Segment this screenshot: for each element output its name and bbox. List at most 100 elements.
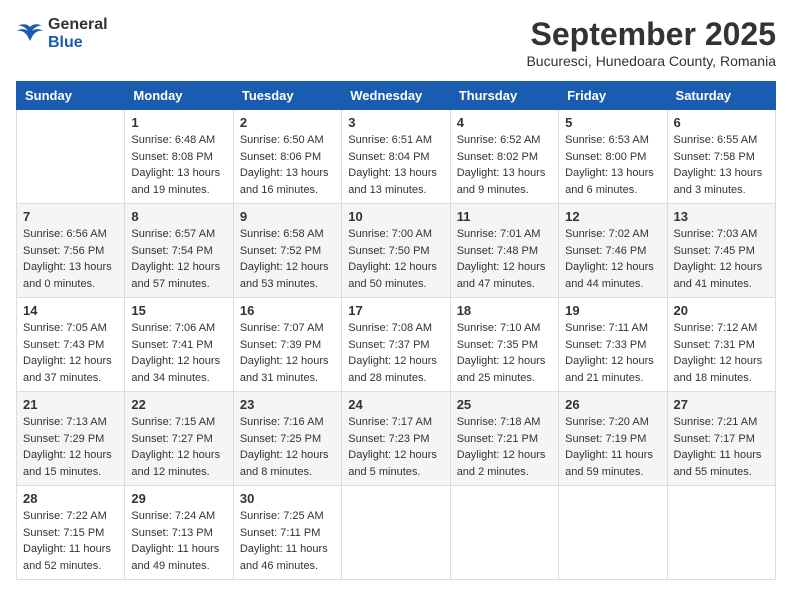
weekday-header-wednesday: Wednesday: [342, 82, 450, 110]
day-number: 12: [565, 209, 660, 224]
weekday-header-saturday: Saturday: [667, 82, 775, 110]
day-number: 13: [674, 209, 769, 224]
day-number: 23: [240, 397, 335, 412]
calendar-cell: 12 Sunrise: 7:02 AM Sunset: 7:46 PM Dayli…: [559, 204, 667, 298]
day-info: Sunrise: 7:17 AM Sunset: 7:23 PM Dayligh…: [348, 414, 443, 480]
logo-general: General: [48, 16, 108, 33]
month-title: September 2025: [526, 16, 776, 53]
calendar-cell: 21 Sunrise: 7:13 AM Sunset: 7:29 PM Dayli…: [17, 392, 125, 486]
day-number: 7: [23, 209, 118, 224]
calendar-cell: 27Sunrise: 7:21 AM Sunset: 7:17 PM Dayli…: [667, 392, 775, 486]
day-info: Sunrise: 7:05 AM Sunset: 7:43 PM Dayligh…: [23, 320, 118, 386]
calendar-cell: 25Sunrise: 7:18 AM Sunset: 7:21 PM Dayli…: [450, 392, 558, 486]
week-row-4: 21 Sunrise: 7:13 AM Sunset: 7:29 PM Dayli…: [17, 392, 776, 486]
week-row-3: 14 Sunrise: 7:05 AM Sunset: 7:43 PM Dayli…: [17, 298, 776, 392]
day-info: Sunrise: 6:57 AM Sunset: 7:54 PM Dayligh…: [131, 226, 226, 292]
day-info: Sunrise: 7:24 AM Sunset: 7:13 PM Dayligh…: [131, 508, 226, 574]
calendar-cell: 8 Sunrise: 6:57 AM Sunset: 7:54 PM Daylig…: [125, 204, 233, 298]
day-number: 10: [348, 209, 443, 224]
day-number: 6: [674, 115, 769, 130]
calendar-cell: 9Sunrise: 6:58 AM Sunset: 7:52 PM Daylig…: [233, 204, 341, 298]
day-info: Sunrise: 6:51 AM Sunset: 8:04 PM Dayligh…: [348, 132, 443, 198]
day-info: Sunrise: 6:52 AM Sunset: 8:02 PM Dayligh…: [457, 132, 552, 198]
day-number: 15: [131, 303, 226, 318]
logo: General Blue: [16, 16, 108, 52]
day-info: Sunrise: 7:22 AM Sunset: 7:15 PM Dayligh…: [23, 508, 118, 574]
day-info: Sunrise: 7:15 AM Sunset: 7:27 PM Dayligh…: [131, 414, 226, 480]
calendar-cell: 30 Sunrise: 7:25 AM Sunset: 7:11 PM Dayli…: [233, 486, 341, 580]
day-number: 28: [23, 491, 118, 506]
calendar-cell: 1Sunrise: 6:48 AM Sunset: 8:08 PM Daylig…: [125, 110, 233, 204]
day-number: 30: [240, 491, 335, 506]
weekday-header-monday: Monday: [125, 82, 233, 110]
day-number: 20: [674, 303, 769, 318]
day-number: 24: [348, 397, 443, 412]
day-info: Sunrise: 7:07 AM Sunset: 7:39 PM Dayligh…: [240, 320, 335, 386]
day-info: Sunrise: 7:01 AM Sunset: 7:48 PM Dayligh…: [457, 226, 552, 292]
day-number: 27: [674, 397, 769, 412]
day-info: Sunrise: 7:18 AM Sunset: 7:21 PM Dayligh…: [457, 414, 552, 480]
calendar-cell: [342, 486, 450, 580]
day-info: Sunrise: 7:10 AM Sunset: 7:35 PM Dayligh…: [457, 320, 552, 386]
page-header: General Blue September 2025 Bucuresci, H…: [16, 16, 776, 69]
day-info: Sunrise: 7:11 AM Sunset: 7:33 PM Dayligh…: [565, 320, 660, 386]
calendar-cell: 24 Sunrise: 7:17 AM Sunset: 7:23 PM Dayli…: [342, 392, 450, 486]
day-number: 22: [131, 397, 226, 412]
calendar-cell: 22 Sunrise: 7:15 AM Sunset: 7:27 PM Dayli…: [125, 392, 233, 486]
day-info: Sunrise: 7:08 AM Sunset: 7:37 PM Dayligh…: [348, 320, 443, 386]
day-info: Sunrise: 7:16 AM Sunset: 7:25 PM Dayligh…: [240, 414, 335, 480]
calendar-cell: [667, 486, 775, 580]
calendar-cell: 6 Sunrise: 6:55 AM Sunset: 7:58 PM Daylig…: [667, 110, 775, 204]
calendar-cell: 23 Sunrise: 7:16 AM Sunset: 7:25 PM Dayli…: [233, 392, 341, 486]
day-info: Sunrise: 7:13 AM Sunset: 7:29 PM Dayligh…: [23, 414, 118, 480]
weekday-header-thursday: Thursday: [450, 82, 558, 110]
calendar-table: SundayMondayTuesdayWednesdayThursdayFrid…: [16, 81, 776, 580]
calendar-cell: 20 Sunrise: 7:12 AM Sunset: 7:31 PM Dayli…: [667, 298, 775, 392]
day-info: Sunrise: 7:02 AM Sunset: 7:46 PM Dayligh…: [565, 226, 660, 292]
calendar-cell: 16Sunrise: 7:07 AM Sunset: 7:39 PM Dayli…: [233, 298, 341, 392]
logo-blue: Blue: [48, 34, 83, 51]
day-info: Sunrise: 7:06 AM Sunset: 7:41 PM Dayligh…: [131, 320, 226, 386]
calendar-cell: 11 Sunrise: 7:01 AM Sunset: 7:48 PM Dayli…: [450, 204, 558, 298]
calendar-cell: 5 Sunrise: 6:53 AM Sunset: 8:00 PM Daylig…: [559, 110, 667, 204]
day-number: 5: [565, 115, 660, 130]
day-number: 26: [565, 397, 660, 412]
week-row-1: 1Sunrise: 6:48 AM Sunset: 8:08 PM Daylig…: [17, 110, 776, 204]
calendar-cell: 4Sunrise: 6:52 AM Sunset: 8:02 PM Daylig…: [450, 110, 558, 204]
calendar-cell: 28 Sunrise: 7:22 AM Sunset: 7:15 PM Dayli…: [17, 486, 125, 580]
day-number: 2: [240, 115, 335, 130]
location-subtitle: Bucuresci, Hunedoara County, Romania: [526, 53, 776, 69]
weekday-header-sunday: Sunday: [17, 82, 125, 110]
calendar-cell: 15 Sunrise: 7:06 AM Sunset: 7:41 PM Dayli…: [125, 298, 233, 392]
calendar-cell: 3Sunrise: 6:51 AM Sunset: 8:04 PM Daylig…: [342, 110, 450, 204]
day-number: 19: [565, 303, 660, 318]
day-info: Sunrise: 6:53 AM Sunset: 8:00 PM Dayligh…: [565, 132, 660, 198]
day-number: 9: [240, 209, 335, 224]
day-number: 11: [457, 209, 552, 224]
weekday-header-tuesday: Tuesday: [233, 82, 341, 110]
day-number: 14: [23, 303, 118, 318]
day-info: Sunrise: 7:03 AM Sunset: 7:45 PM Dayligh…: [674, 226, 769, 292]
day-number: 21: [23, 397, 118, 412]
day-info: Sunrise: 6:56 AM Sunset: 7:56 PM Dayligh…: [23, 226, 118, 292]
calendar-cell: 13 Sunrise: 7:03 AM Sunset: 7:45 PM Dayli…: [667, 204, 775, 298]
calendar-cell: 19 Sunrise: 7:11 AM Sunset: 7:33 PM Dayli…: [559, 298, 667, 392]
weekday-header-friday: Friday: [559, 82, 667, 110]
day-info: Sunrise: 7:20 AM Sunset: 7:19 PM Dayligh…: [565, 414, 660, 480]
day-number: 8: [131, 209, 226, 224]
week-row-2: 7 Sunrise: 6:56 AM Sunset: 7:56 PM Daylig…: [17, 204, 776, 298]
calendar-cell: 14 Sunrise: 7:05 AM Sunset: 7:43 PM Dayli…: [17, 298, 125, 392]
calendar-cell: [559, 486, 667, 580]
title-block: September 2025 Bucuresci, Hunedoara Coun…: [526, 16, 776, 69]
week-row-5: 28 Sunrise: 7:22 AM Sunset: 7:15 PM Dayli…: [17, 486, 776, 580]
calendar-cell: 18Sunrise: 7:10 AM Sunset: 7:35 PM Dayli…: [450, 298, 558, 392]
day-info: Sunrise: 6:55 AM Sunset: 7:58 PM Dayligh…: [674, 132, 769, 198]
calendar-cell: 26 Sunrise: 7:20 AM Sunset: 7:19 PM Dayli…: [559, 392, 667, 486]
day-info: Sunrise: 7:00 AM Sunset: 7:50 PM Dayligh…: [348, 226, 443, 292]
weekday-header-row: SundayMondayTuesdayWednesdayThursdayFrid…: [17, 82, 776, 110]
day-number: 17: [348, 303, 443, 318]
calendar-cell: 29Sunrise: 7:24 AM Sunset: 7:13 PM Dayli…: [125, 486, 233, 580]
day-info: Sunrise: 7:25 AM Sunset: 7:11 PM Dayligh…: [240, 508, 335, 574]
day-info: Sunrise: 6:50 AM Sunset: 8:06 PM Dayligh…: [240, 132, 335, 198]
day-info: Sunrise: 7:12 AM Sunset: 7:31 PM Dayligh…: [674, 320, 769, 386]
